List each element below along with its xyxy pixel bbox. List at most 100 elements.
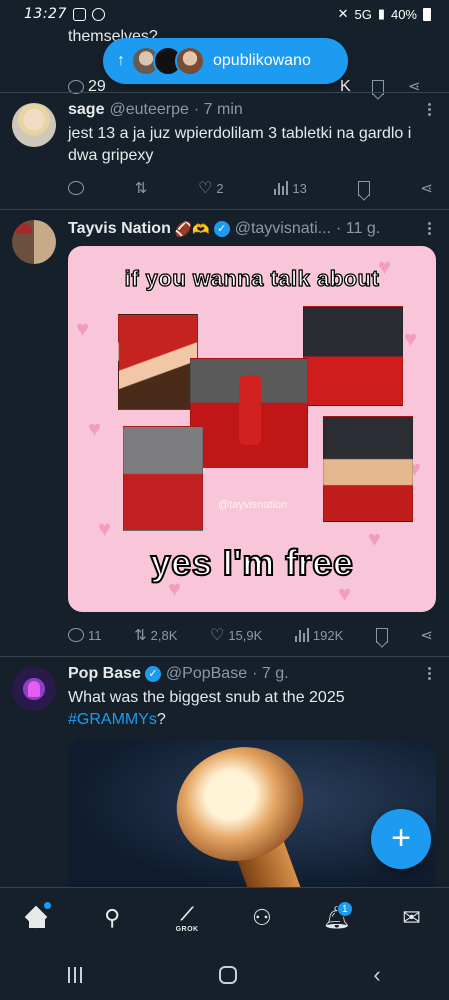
messenger-icon	[91, 7, 105, 21]
posted-toast[interactable]: ↑ opublikowano	[103, 38, 348, 84]
new-posts-dot	[44, 901, 52, 909]
share-icon: ⋖	[420, 180, 433, 197]
author-name[interactable]: sage	[68, 101, 104, 119]
heart-icon: ♡	[209, 627, 225, 644]
author-name[interactable]: Tayvis Nation	[68, 220, 171, 238]
views-button[interactable]: 13	[274, 181, 307, 196]
avatar[interactable]	[12, 103, 56, 147]
grok-label: GROK	[175, 925, 199, 933]
back-button[interactable]: ‹	[373, 962, 380, 988]
meme-top-text: if you wanna talk about	[124, 265, 380, 291]
more-options-button[interactable]	[428, 103, 431, 116]
system-nav-bar: ‹	[0, 949, 449, 1000]
tab-communities[interactable]: ⚇	[238, 896, 286, 940]
bookmark-icon	[357, 180, 370, 196]
retweet-button[interactable]: ⇅ 2,8K	[134, 626, 177, 644]
avatar[interactable]	[12, 667, 56, 711]
meme-photo	[303, 306, 403, 406]
meme-photo	[123, 426, 203, 531]
heart-decoration-icon: ♥	[98, 516, 112, 541]
share-button[interactable]: ⋖	[420, 179, 433, 197]
home-icon	[26, 908, 48, 928]
meme-bottom-text: yes I'm free	[150, 541, 354, 584]
retweet-button[interactable]: ⇅	[135, 179, 148, 197]
author-emoji: 🏈🫶	[174, 220, 210, 237]
like-button[interactable]: ♡ 15,9K	[210, 625, 262, 645]
bookmark-button[interactable]	[375, 627, 388, 643]
home-button[interactable]	[218, 965, 237, 984]
share-button[interactable]: ⋖	[420, 626, 433, 644]
avatar[interactable]	[12, 220, 56, 264]
tweet-media-image[interactable]: ♥ ♥ ♥ ♥ ♥ ♥ ♥ ♥ ♥ @tayvisnation if you w…	[68, 246, 436, 612]
author-handle[interactable]: @tayvisnati...	[235, 220, 331, 238]
views-count: 192K	[312, 627, 344, 643]
verified-badge-icon: ✓	[144, 666, 161, 682]
author-handle[interactable]: @euteerpe	[109, 101, 188, 119]
tab-grok[interactable]: ⟋ GROK	[163, 896, 211, 940]
mail-icon: ✉	[402, 904, 421, 930]
tweet[interactable]: sage @euteerpe · 7 min jest 13 a ja juz …	[0, 93, 449, 209]
tweet-actions: 11 ⇅ 2,8K ♡ 15,9K 192K ⋖	[68, 624, 433, 646]
retweet-count: 2,8K	[150, 627, 178, 643]
verified-badge-icon: ✓	[213, 221, 230, 237]
tweet-text: What was the biggest snub at the 2025 #G…	[68, 687, 435, 731]
tweet-text: jest 13 a ja juz wpierdolilam 3 tabletki…	[68, 125, 412, 164]
author-handle[interactable]: @PopBase	[166, 665, 247, 683]
more-icon	[428, 103, 431, 116]
reply-button[interactable]	[68, 181, 84, 195]
author-name[interactable]: Pop Base	[68, 665, 141, 683]
meme-photo	[118, 314, 198, 410]
tweet-text-end: ?	[156, 711, 166, 728]
retweet-icon: ⇅	[134, 180, 148, 197]
reply-icon	[68, 181, 84, 195]
compose-button[interactable]: +	[371, 809, 431, 869]
gramophone-bell	[161, 740, 319, 878]
heart-decoration-icon: ♥	[404, 326, 418, 351]
tweet-time[interactable]: · 7 min	[194, 101, 243, 119]
more-icon	[428, 667, 431, 680]
retweet-icon: ⇅	[134, 627, 147, 644]
tweet-time[interactable]: · 11 g.	[336, 220, 380, 238]
gallery-icon	[72, 7, 86, 21]
more-options-button[interactable]	[428, 222, 431, 235]
grok-icon: ⟋	[180, 903, 194, 924]
like-button[interactable]: ♡ 2	[198, 178, 224, 198]
more-icon	[428, 222, 431, 235]
like-count: 2	[216, 180, 224, 196]
arrow-up-icon: ↑	[117, 52, 125, 69]
tweet-header: Tayvis Nation 🏈🫶 ✓ @tayvisnati... · 11 g…	[68, 220, 380, 238]
heart-decoration-icon: ♥	[76, 316, 90, 341]
tab-messages[interactable]: ✉	[388, 896, 436, 940]
tab-notifications[interactable]: 🔔︎ 1	[313, 896, 361, 940]
avatar	[175, 46, 205, 76]
bookmark-button[interactable]	[357, 180, 370, 196]
views-icon	[274, 181, 289, 195]
meme-watermark: @tayvisnation	[218, 499, 288, 511]
tab-home[interactable]	[13, 896, 61, 940]
share-icon: ⋖	[420, 627, 433, 644]
toast-label: opublikowano	[213, 52, 311, 69]
heart-icon: ♡	[198, 180, 213, 197]
views-button[interactable]: 192K	[294, 627, 344, 643]
tweet-text-main: What was the biggest snub at the 2025	[68, 689, 345, 706]
views-icon	[294, 628, 309, 642]
like-count: 15,9K	[228, 627, 263, 643]
heart-decoration-icon: ♥	[88, 416, 102, 441]
battery-icon	[423, 7, 431, 21]
meme-photo	[323, 416, 413, 522]
hashtag-link[interactable]: #GRAMMYs	[68, 711, 157, 728]
plus-icon: +	[391, 819, 411, 857]
heart-decoration-icon: ♥	[338, 581, 352, 606]
search-icon: ⚲	[104, 904, 121, 930]
tab-search[interactable]: ⚲	[88, 896, 136, 940]
more-options-button[interactable]	[428, 667, 431, 680]
toast-avatars	[131, 46, 205, 76]
notifications-badge: 1	[336, 900, 353, 917]
tweet-time[interactable]: · 7 g.	[252, 665, 288, 683]
tweet-header: Pop Base ✓ @PopBase · 7 g.	[68, 665, 289, 683]
bottom-tab-bar: ⚲ ⟋ GROK ⚇ 🔔︎ 1 ✉	[0, 887, 449, 949]
meme-photo	[190, 358, 308, 468]
reply-button[interactable]: 11	[68, 628, 102, 643]
recents-button[interactable]	[68, 966, 83, 983]
tweet-header: sage @euteerpe · 7 min	[68, 101, 243, 119]
